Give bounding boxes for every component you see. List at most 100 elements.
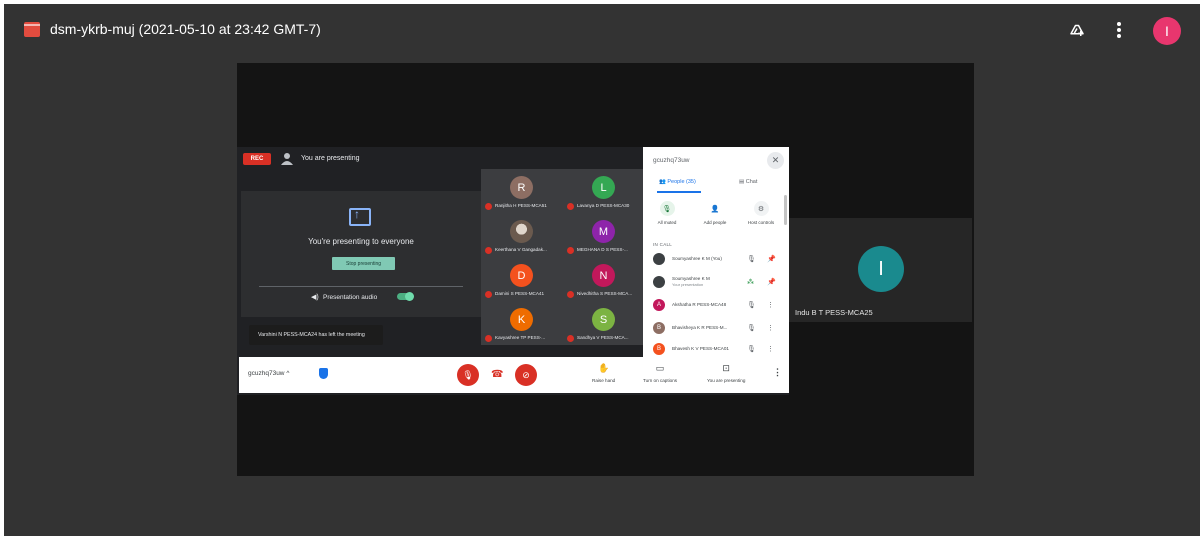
host-controls-label: Host controls <box>747 220 775 225</box>
presentation-audio-label: Presentation audio <box>323 294 378 301</box>
tab-chat[interactable]: ▤ Chat <box>739 179 757 185</box>
list-item[interactable]: Soumyashree K M Your presentation ⁂ 📌 <box>651 273 785 293</box>
tab-chat-label: Chat <box>745 179 758 185</box>
meeting-code: gcuzhq73uw <box>653 157 690 164</box>
more-vert-icon[interactable]: ⋮ <box>767 301 774 309</box>
pin-icon[interactable]: 📌 <box>767 255 776 263</box>
participant-tile: M MEGHANA D S PESS-... <box>563 213 645 257</box>
avatar: D <box>510 264 533 287</box>
scrollbar[interactable] <box>784 195 787 225</box>
mic-off-icon <box>567 203 574 210</box>
more-vert-icon[interactable]: ⋮ <box>767 324 774 332</box>
camera-off-icon: ⊘ <box>522 369 530 380</box>
list-item[interactable]: B Bhavisheya K R PESS-M... 🎙 ⋮ <box>651 319 785 339</box>
add-people-label: Add people <box>703 220 727 225</box>
present-button[interactable]: ⊡ You are presenting <box>707 363 745 383</box>
participant-name: Sandhya V PESS-MCA... <box>577 335 629 340</box>
mic-off-icon <box>485 203 492 210</box>
more-vert-icon[interactable]: ⋮ <box>773 367 782 378</box>
participant-name: Damini S PESS-MCA41 <box>495 291 545 296</box>
list-item[interactable]: B Bhavesh K V PESS-MCA01 🎙 ⋮ <box>651 340 785 356</box>
participant-tile: R Ranjitha H PESS-MCA51 <box>481 169 563 213</box>
mic-off-button[interactable]: 🎙 <box>457 364 479 386</box>
list-item[interactable]: Soumyashree K M (You) 🎙 📌 <box>651 250 785 270</box>
participant-name: Soumyashree K M (You) <box>672 256 722 261</box>
mic-off-icon <box>567 247 574 254</box>
more-vert-icon[interactable]: ⋮ <box>767 345 774 353</box>
participant-name: Akshatha R PESS-MCA48 <box>672 302 727 307</box>
avatar <box>653 253 665 265</box>
avatar: K <box>510 308 533 331</box>
avatar: L <box>592 176 615 199</box>
avatar: B <box>653 343 665 355</box>
hand-icon: ✋ <box>598 363 610 373</box>
security-shield-icon[interactable] <box>319 368 328 379</box>
captions-icon: ▭ <box>655 363 665 373</box>
mic-off-icon[interactable]: 🎙 <box>747 324 756 332</box>
file-title: dsm-ykrb-muj (2021-05-10 at 23:42 GMT-7) <box>50 21 321 37</box>
participant-name: Kavyashree TP PESS-... <box>495 335 546 340</box>
avatar: S <box>592 308 615 331</box>
mic-off-icon[interactable]: 🎙 <box>747 301 756 309</box>
video-player[interactable]: REC You are presenting You're presenting… <box>237 63 974 476</box>
participant-name: MEGHANA D S PESS-... <box>577 247 628 252</box>
meeting-code-label: gcuzhq73uw <box>248 370 285 377</box>
presentation-audio-toggle[interactable] <box>397 292 414 301</box>
more-vert-icon[interactable] <box>1107 18 1131 42</box>
tab-people-label: People (35) <box>667 179 696 185</box>
participant-tile: N Nivedhitha S PESS-MCA... <box>563 257 645 301</box>
all-muted-button[interactable]: 🎙 All muted <box>647 201 687 225</box>
participant-name: Soumyashree K M <box>672 276 710 281</box>
person-icon <box>281 153 293 165</box>
add-to-drive-icon[interactable] <box>1065 18 1089 42</box>
participant-name: Lavanya D PESS-MCA30 <box>577 203 630 208</box>
participant-name: Nivedhitha S PESS-MCA... <box>577 291 633 296</box>
avatar <box>653 276 665 288</box>
mic-off-icon <box>567 291 574 298</box>
present-label: You are presenting <box>707 378 746 383</box>
list-item[interactable]: A Akshatha R PESS-MCA48 🎙 ⋮ <box>651 296 785 316</box>
mic-off-icon <box>485 291 492 298</box>
captions-label: Turn on captions <box>643 378 678 383</box>
raise-hand-label: Raise hand <box>592 378 616 383</box>
participant-name: Bhavesh K V PESS-MCA01 <box>672 346 729 351</box>
video-viewer: dsm-ykrb-muj (2021-05-10 at 23:42 GMT-7)… <box>4 4 1200 536</box>
meeting-details-button[interactable]: gcuzhq73uw ^ <box>248 370 289 377</box>
mic-off-icon <box>567 335 574 342</box>
participant-tile: D Damini S PESS-MCA41 <box>481 257 563 301</box>
presenting-message: You're presenting to everyone <box>308 237 414 246</box>
pin-icon[interactable]: 📌 <box>767 278 776 286</box>
chevron-up-icon: ^ <box>286 370 290 377</box>
meet-window: REC You are presenting You're presenting… <box>237 147 789 395</box>
chat-icon: ▤ <box>739 179 745 185</box>
raise-hand-button[interactable]: ✋ Raise hand <box>592 363 615 383</box>
mic-off-icon[interactable]: 🎙 <box>747 255 756 263</box>
participant-tile: K Kavyashree TP PESS-... <box>481 301 563 345</box>
participant-tile: I Indu B T PESS-MCA25 <box>789 218 972 322</box>
avatar-photo <box>510 220 533 243</box>
participant-name: Bhavisheya K R PESS-M... <box>672 325 728 330</box>
camera-off-button[interactable]: ⊘ <box>515 364 537 386</box>
hang-up-icon[interactable]: ☎ <box>491 369 503 380</box>
mic-off-icon <box>485 247 492 254</box>
account-avatar[interactable]: I <box>1153 17 1181 45</box>
participant-tile: Keerthana V Gangadak... <box>481 213 563 257</box>
people-icon: 👥 <box>659 179 666 185</box>
participant-tile: L Lavanya D PESS-MCA30 <box>563 169 645 213</box>
close-icon[interactable]: ✕ <box>767 152 784 169</box>
viewer-topbar: dsm-ykrb-muj (2021-05-10 at 23:42 GMT-7)… <box>4 4 1200 56</box>
captions-button[interactable]: ▭ Turn on captions <box>643 363 677 383</box>
host-controls-button[interactable]: ⚙ Host controls <box>741 201 781 225</box>
tab-people[interactable]: 👥 People (35) <box>659 179 696 185</box>
participant-subtitle: Your presentation <box>672 282 704 287</box>
meet-controls-bar: gcuzhq73uw ^ 🎙 ☎ ⊘ ✋ Raise hand ▭ Turn o… <box>239 357 789 393</box>
stop-presenting-button[interactable]: Stop presenting <box>332 257 395 270</box>
add-people-button[interactable]: 👤 Add people <box>695 201 735 225</box>
host-controls-icon: ⚙ <box>753 201 769 216</box>
present-screen-icon: ⊡ <box>722 363 730 373</box>
participant-name: Keerthana V Gangadak... <box>495 247 547 252</box>
tab-underline <box>657 191 701 193</box>
left-meeting-toast: Varshini N PESS-MCA24 has left the meeti… <box>249 325 383 345</box>
audio-level-icon: ⁂ <box>747 279 754 286</box>
mic-off-icon[interactable]: 🎙 <box>747 345 756 353</box>
